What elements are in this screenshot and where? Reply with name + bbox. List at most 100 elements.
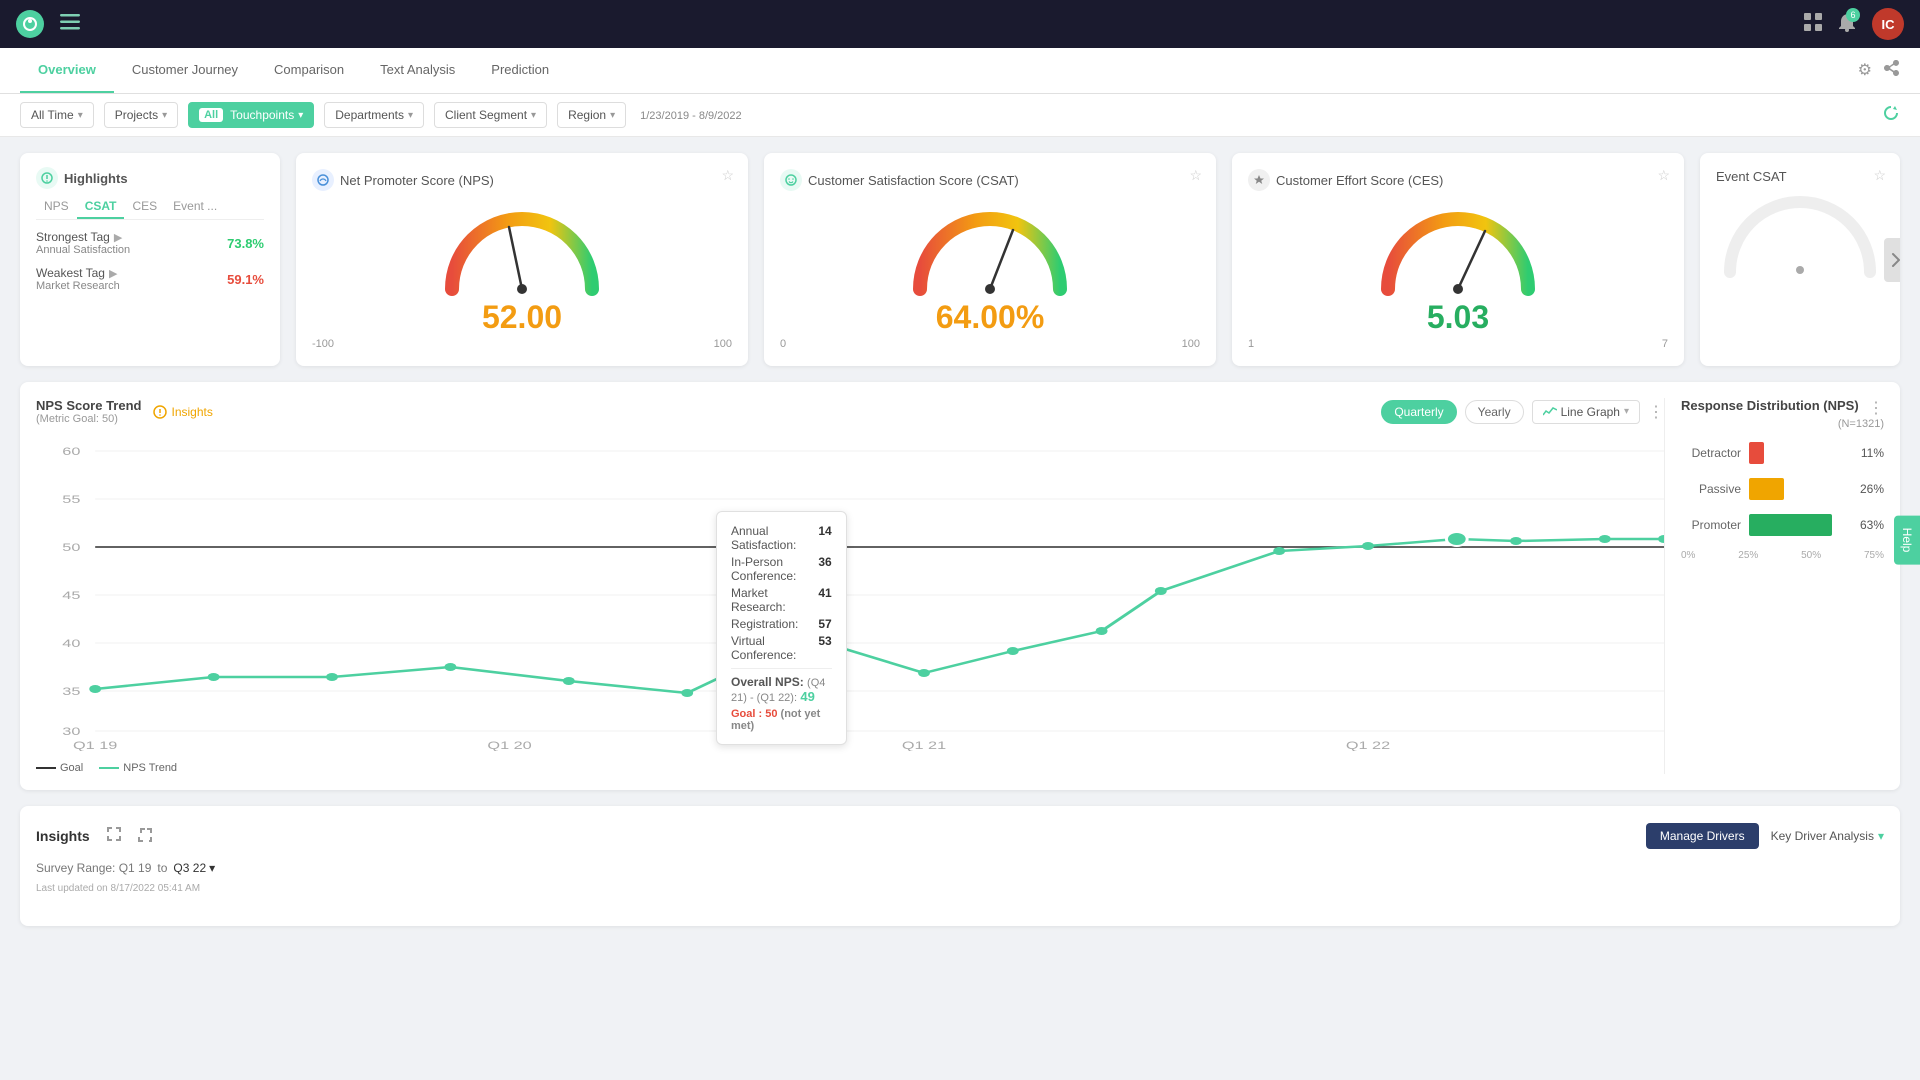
region-filter[interactable]: Region ▾ [557, 102, 626, 128]
nps-icon [312, 169, 334, 191]
dist-title: Response Distribution (NPS) [1681, 398, 1859, 413]
dist-axis: 0% 25% 50% 75% [1681, 550, 1884, 561]
svg-text:35: 35 [62, 685, 80, 698]
refresh-button[interactable] [1882, 104, 1900, 127]
nps-trend-title: NPS Score Trend [36, 398, 141, 413]
strongest-tag-value: 73.8% [227, 236, 264, 251]
highlights-tab-ces[interactable]: CES [124, 195, 165, 219]
topbar-left [16, 10, 80, 38]
highlights-tabs: NPS CSAT CES Event ... [36, 195, 264, 220]
main-content: Highlights NPS CSAT CES Event ... Strong… [0, 137, 1920, 942]
dist-row-promoter: Promoter 63% [1681, 514, 1884, 536]
nps-star[interactable]: ☆ [721, 167, 734, 184]
tooltip-in-person: In-Person Conference: 36 [731, 555, 832, 583]
settings-icon[interactable]: ⚙ [1858, 60, 1872, 81]
insights-date-end[interactable]: Q3 22 ▾ [173, 861, 215, 875]
legend-goal: Goal [36, 762, 83, 774]
event-csat-star[interactable]: ☆ [1873, 167, 1886, 184]
yearly-button[interactable]: Yearly [1465, 400, 1524, 424]
ces-card: Customer Effort Score (CES) ☆ [1232, 153, 1684, 366]
svg-text:50: 50 [62, 541, 80, 554]
detractor-bar [1749, 442, 1764, 464]
dist-count: (N=1321) [1681, 418, 1884, 430]
tab-prediction[interactable]: Prediction [473, 48, 567, 93]
dist-more-icon[interactable]: ⋮ [1868, 398, 1884, 418]
svg-text:30: 30 [62, 725, 80, 738]
scroll-right-arrow[interactable] [1884, 238, 1900, 282]
dist-row-passive: Passive 26% [1681, 478, 1884, 500]
tab-text-analysis[interactable]: Text Analysis [362, 48, 473, 93]
share-icon[interactable] [1884, 60, 1900, 81]
tooltip-registration: Registration: 57 [731, 617, 832, 631]
filter-bar: All Time ▾ Projects ▾ All Touchpoints ▾ … [0, 94, 1920, 137]
insights-section-header: Insights Manage Drivers Key Driver Analy… [36, 822, 1884, 849]
projects-filter[interactable]: Projects ▾ [104, 102, 178, 128]
highlights-header: Highlights [36, 167, 264, 189]
tooltip-virtual: Virtual Conference: 53 [731, 634, 832, 662]
tab-customer-journey[interactable]: Customer Journey [114, 48, 256, 93]
insights-section-title: Insights [36, 828, 90, 844]
chart-section: NPS Score Trend (Metric Goal: 50) Insigh… [20, 382, 1900, 790]
legend-nps-trend: NPS Trend [99, 762, 177, 774]
chart-main: NPS Score Trend (Metric Goal: 50) Insigh… [36, 398, 1664, 774]
tooltip-market-research: Market Research: 41 [731, 586, 832, 614]
help-button[interactable]: Help [1894, 516, 1920, 565]
tab-comparison[interactable]: Comparison [256, 48, 362, 93]
nav-tabs: Overview Customer Journey Comparison Tex… [20, 48, 567, 93]
insights-button[interactable]: Insights [153, 405, 212, 419]
notification-bell[interactable]: 6 [1838, 12, 1856, 37]
tab-overview[interactable]: Overview [20, 48, 114, 93]
csat-value: 64.00% [936, 299, 1045, 336]
ces-star[interactable]: ☆ [1657, 167, 1670, 184]
nps-trend-subtitle: (Metric Goal: 50) [36, 413, 141, 425]
highlights-tab-nps[interactable]: NPS [36, 195, 77, 219]
svg-text:Q1 20: Q1 20 [487, 739, 532, 751]
touchpoints-filter[interactable]: All Touchpoints ▾ [188, 102, 314, 128]
svg-text:Q1 21: Q1 21 [902, 739, 947, 751]
nps-gauge-labels: -100 100 [312, 338, 732, 350]
expand-icon-1[interactable] [102, 822, 126, 849]
promoter-pct: 63% [1860, 518, 1884, 532]
dist-bar-passive [1749, 478, 1848, 500]
chart-title-area: NPS Score Trend (Metric Goal: 50) Insigh… [36, 398, 213, 425]
chart-more-icon[interactable]: ⋮ [1648, 402, 1664, 422]
ces-icon [1248, 169, 1270, 191]
line-graph-button[interactable]: Line Graph ▾ [1532, 400, 1640, 424]
dist-label-passive: Passive [1681, 482, 1741, 496]
detractor-pct: 11% [1861, 446, 1884, 460]
expand-icon-2[interactable] [134, 822, 158, 849]
strongest-tag-chevron: ▶ [114, 231, 122, 244]
quarterly-button[interactable]: Quarterly [1381, 400, 1456, 424]
dist-bar-promoter [1749, 514, 1848, 536]
menu-icon[interactable] [60, 14, 80, 35]
insights-expand-btns [102, 822, 158, 849]
passive-bar [1749, 478, 1784, 500]
response-distribution: Response Distribution (NPS) ⋮ (N=1321) D… [1664, 398, 1884, 774]
grid-icon[interactable] [1804, 13, 1822, 36]
csat-gauge: 64.00% 0 100 [780, 199, 1200, 350]
dist-label-promoter: Promoter [1681, 518, 1741, 532]
departments-filter[interactable]: Departments ▾ [324, 102, 424, 128]
highlights-tab-event[interactable]: Event ... [165, 195, 225, 219]
tooltip-overall-nps: Overall NPS: (Q4 21) - (Q1 22): 49 [731, 675, 832, 704]
date-range: 1/23/2019 - 8/9/2022 [636, 108, 742, 122]
event-csat-gauge [1716, 192, 1884, 282]
svg-text:55: 55 [62, 493, 80, 506]
highlights-tab-csat[interactable]: CSAT [77, 195, 125, 219]
nps-trend-line-indicator [99, 767, 119, 769]
manage-drivers-button[interactable]: Manage Drivers [1646, 823, 1759, 849]
csat-star[interactable]: ☆ [1189, 167, 1202, 184]
insights-date-prefix: Survey Range: Q1 19 [36, 861, 151, 875]
csat-title: Customer Satisfaction Score (CSAT) [808, 173, 1019, 188]
client-segment-filter[interactable]: Client Segment ▾ [434, 102, 547, 128]
csat-gauge-labels: 0 100 [780, 338, 1200, 350]
key-driver-button[interactable]: Key Driver Analysis ▾ [1771, 829, 1884, 843]
svg-text:Q1 22: Q1 22 [1346, 739, 1391, 751]
time-filter[interactable]: All Time ▾ [20, 102, 94, 128]
svg-text:Q1 19: Q1 19 [73, 739, 118, 751]
event-csat-card: Event CSAT ☆ [1700, 153, 1900, 366]
chart-area: 60 55 50 45 40 35 30 [36, 431, 1664, 754]
chart-header: NPS Score Trend (Metric Goal: 50) Insigh… [36, 398, 1664, 425]
insights-footer-note: Last updated on 8/17/2022 05:41 AM [36, 883, 1884, 894]
user-avatar[interactable]: IC [1872, 8, 1904, 40]
